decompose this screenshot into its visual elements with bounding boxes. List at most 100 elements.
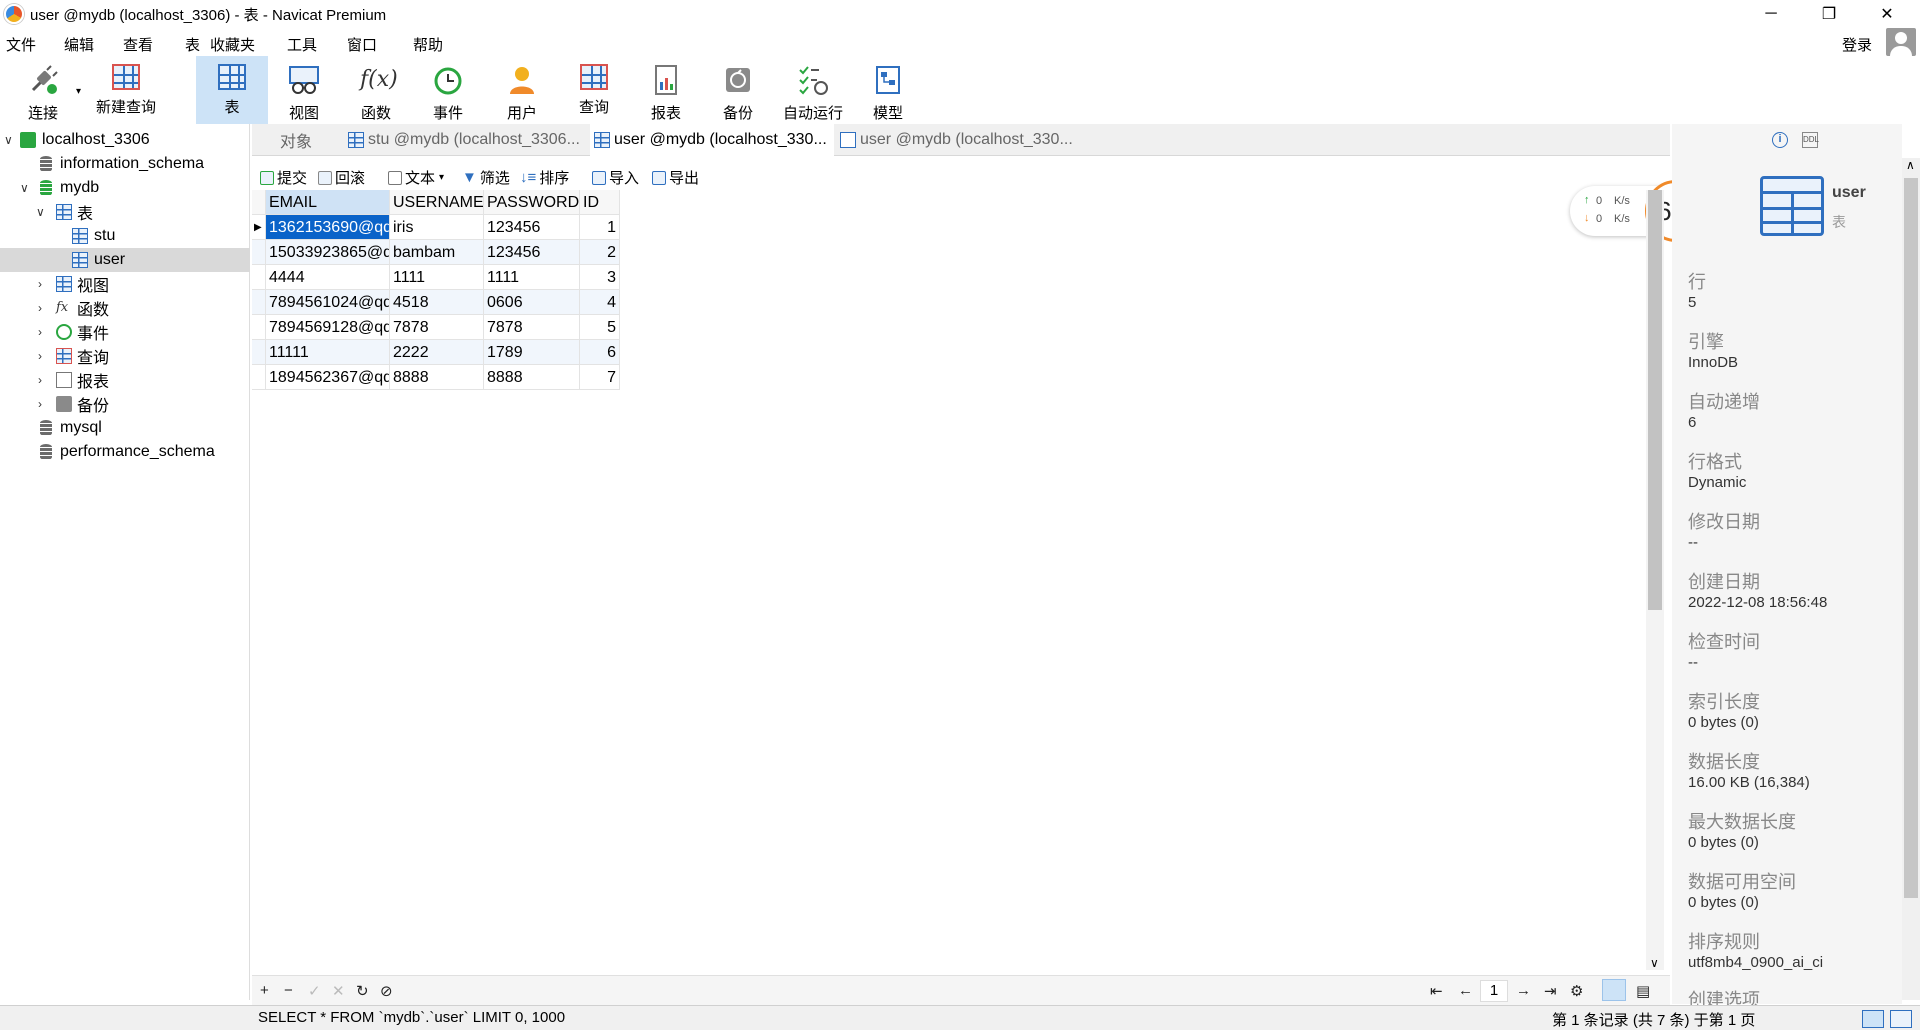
ddl-icon[interactable]: DDL <box>1802 132 1819 148</box>
backup-button[interactable]: 备份 <box>710 56 766 124</box>
table-cell[interactable]: 8888 <box>484 365 580 390</box>
table-cell[interactable]: 4444 <box>266 265 390 290</box>
tree-item-mysql[interactable]: mysql <box>0 416 250 440</box>
table-cell[interactable]: bambam <box>390 240 484 265</box>
chevron-right-icon[interactable]: › <box>38 373 42 387</box>
model-button[interactable]: 模型 <box>860 56 916 124</box>
settings-icon[interactable]: ⚙ <box>1570 982 1583 1000</box>
tab-objects[interactable]: 对象 <box>252 124 340 156</box>
discard-icon[interactable]: ✕ <box>332 982 345 1000</box>
next-page-icon[interactable]: → <box>1516 982 1531 999</box>
table-cell[interactable]: 123456 <box>484 240 580 265</box>
scroll-up-icon[interactable]: ∧ <box>1906 158 1915 172</box>
table-cell[interactable]: 7894561024@qq.co <box>266 290 390 315</box>
apply-icon[interactable]: ✓ <box>308 982 321 1000</box>
tree-item-queries[interactable]: › 查询 <box>0 344 250 368</box>
column-header-username[interactable]: USERNAME <box>390 190 484 215</box>
chevron-right-icon[interactable]: › <box>38 349 42 363</box>
chevron-right-icon[interactable]: › <box>38 277 42 291</box>
tree-item-performance-schema[interactable]: performance_schema <box>0 440 250 464</box>
table-cell[interactable]: 123456 <box>484 215 580 240</box>
rollback-button[interactable]: 回滚 <box>318 167 365 188</box>
tree-item-stu[interactable]: stu <box>0 224 250 248</box>
table-button[interactable]: 表 <box>196 56 268 124</box>
table-cell[interactable]: 4518 <box>390 290 484 315</box>
sort-button[interactable]: ↓≡ 排序 <box>520 167 569 188</box>
add-record-icon[interactable]: + <box>260 982 269 999</box>
minimize-button[interactable]: ─ <box>1742 0 1800 28</box>
table-cell[interactable]: 5 <box>580 315 620 340</box>
page-number-input[interactable]: 1 <box>1480 980 1508 1002</box>
column-header-id[interactable]: ID <box>580 190 620 215</box>
first-page-icon[interactable]: ⇤ <box>1430 982 1443 1000</box>
query-button[interactable]: 查询 <box>566 56 622 124</box>
filter-button[interactable]: ▼ 筛选 <box>462 167 510 188</box>
view-button[interactable]: 视图 <box>276 56 332 124</box>
close-button[interactable]: ✕ <box>1858 0 1916 28</box>
table-cell[interactable]: iris <box>390 215 484 240</box>
tab-stu[interactable]: stu @mydb (localhost_3306... <box>344 124 588 156</box>
tree-item-information-schema[interactable]: information_schema <box>0 152 250 176</box>
menu-file[interactable]: 文件 <box>6 34 36 55</box>
chevron-right-icon[interactable]: › <box>38 325 42 339</box>
column-header-email[interactable]: EMAIL <box>266 190 390 215</box>
info-panel-scrollbar-thumb[interactable] <box>1904 178 1918 898</box>
function-button[interactable]: f(x) 函数 <box>348 56 404 124</box>
last-page-icon[interactable]: ⇥ <box>1544 982 1557 1000</box>
table-cell[interactable]: 11111 <box>266 340 390 365</box>
tab-user[interactable]: user @mydb (localhost_330... <box>590 124 834 156</box>
form-view-icon[interactable]: ▤ <box>1636 982 1650 1000</box>
menu-edit[interactable]: 编辑 <box>64 34 94 55</box>
restore-button[interactable]: ❐ <box>1800 0 1858 28</box>
table-cell[interactable]: 1362153690@qq.co <box>266 215 390 240</box>
previous-page-icon[interactable]: ← <box>1458 982 1473 999</box>
layout-left-icon[interactable] <box>1862 1010 1884 1028</box>
refresh-icon[interactable]: ↻ <box>356 982 369 1000</box>
menu-view[interactable]: 查看 <box>123 34 153 55</box>
avatar[interactable] <box>1886 28 1916 56</box>
tree-item-user[interactable]: user <box>0 248 250 272</box>
grid-scrollbar-thumb[interactable] <box>1648 190 1662 610</box>
tree-item-mydb[interactable]: ∨ mydb <box>0 176 250 200</box>
table-cell[interactable]: 7 <box>580 365 620 390</box>
menu-table[interactable]: 表 <box>185 34 200 55</box>
table-cell[interactable]: 2222 <box>390 340 484 365</box>
layout-right-icon[interactable] <box>1890 1010 1912 1028</box>
chevron-down-icon[interactable]: ∨ <box>20 181 29 195</box>
table-cell[interactable]: 1894562367@qq.co <box>266 365 390 390</box>
table-cell[interactable]: 2 <box>580 240 620 265</box>
table-cell[interactable]: 15033923865@qq.c <box>266 240 390 265</box>
menu-tools[interactable]: 工具 <box>287 34 317 55</box>
menu-help[interactable]: 帮助 <box>413 34 443 55</box>
tree-item-views[interactable]: › 视图 <box>0 272 250 296</box>
delete-record-icon[interactable]: − <box>284 982 293 999</box>
chevron-down-icon[interactable]: ∨ <box>36 205 45 219</box>
table-cell[interactable]: 0606 <box>484 290 580 315</box>
login-link[interactable]: 登录 <box>1842 34 1872 55</box>
chevron-right-icon[interactable]: › <box>38 397 42 411</box>
table-cell[interactable]: 7878 <box>484 315 580 340</box>
table-cell[interactable]: 7878 <box>390 315 484 340</box>
tree-item-reports[interactable]: › 报表 <box>0 368 250 392</box>
connect-dropdown-icon[interactable]: ▾ <box>76 86 81 97</box>
tree-item-backups[interactable]: › 备份 <box>0 392 250 416</box>
menu-window[interactable]: 窗口 <box>347 34 377 55</box>
table-cell[interactable]: 1 <box>580 215 620 240</box>
tree-item-functions[interactable]: › fx 函数 <box>0 296 250 320</box>
import-button[interactable]: 导入 <box>592 167 639 188</box>
table-cell[interactable]: 1111 <box>390 265 484 290</box>
chevron-down-icon[interactable]: ∨ <box>4 133 13 147</box>
table-cell[interactable]: 1111 <box>484 265 580 290</box>
chevron-right-icon[interactable]: › <box>38 301 42 315</box>
tab-user-design[interactable]: user @mydb (localhost_330... <box>836 124 1080 156</box>
table-cell[interactable]: 7894569128@qq.co <box>266 315 390 340</box>
tree-item-tables[interactable]: ∨ 表 <box>0 200 250 224</box>
scroll-down-icon[interactable]: ∨ <box>1650 956 1659 970</box>
table-cell[interactable]: 3 <box>580 265 620 290</box>
tree-item-events[interactable]: › 事件 <box>0 320 250 344</box>
stop-icon[interactable]: ⊘ <box>380 982 393 1000</box>
new-query-button[interactable]: 新建查询 <box>88 56 164 124</box>
connect-button[interactable]: 连接 <box>14 56 72 124</box>
grid-view-icon[interactable] <box>1602 979 1626 1001</box>
report-button[interactable]: 报表 <box>638 56 694 124</box>
